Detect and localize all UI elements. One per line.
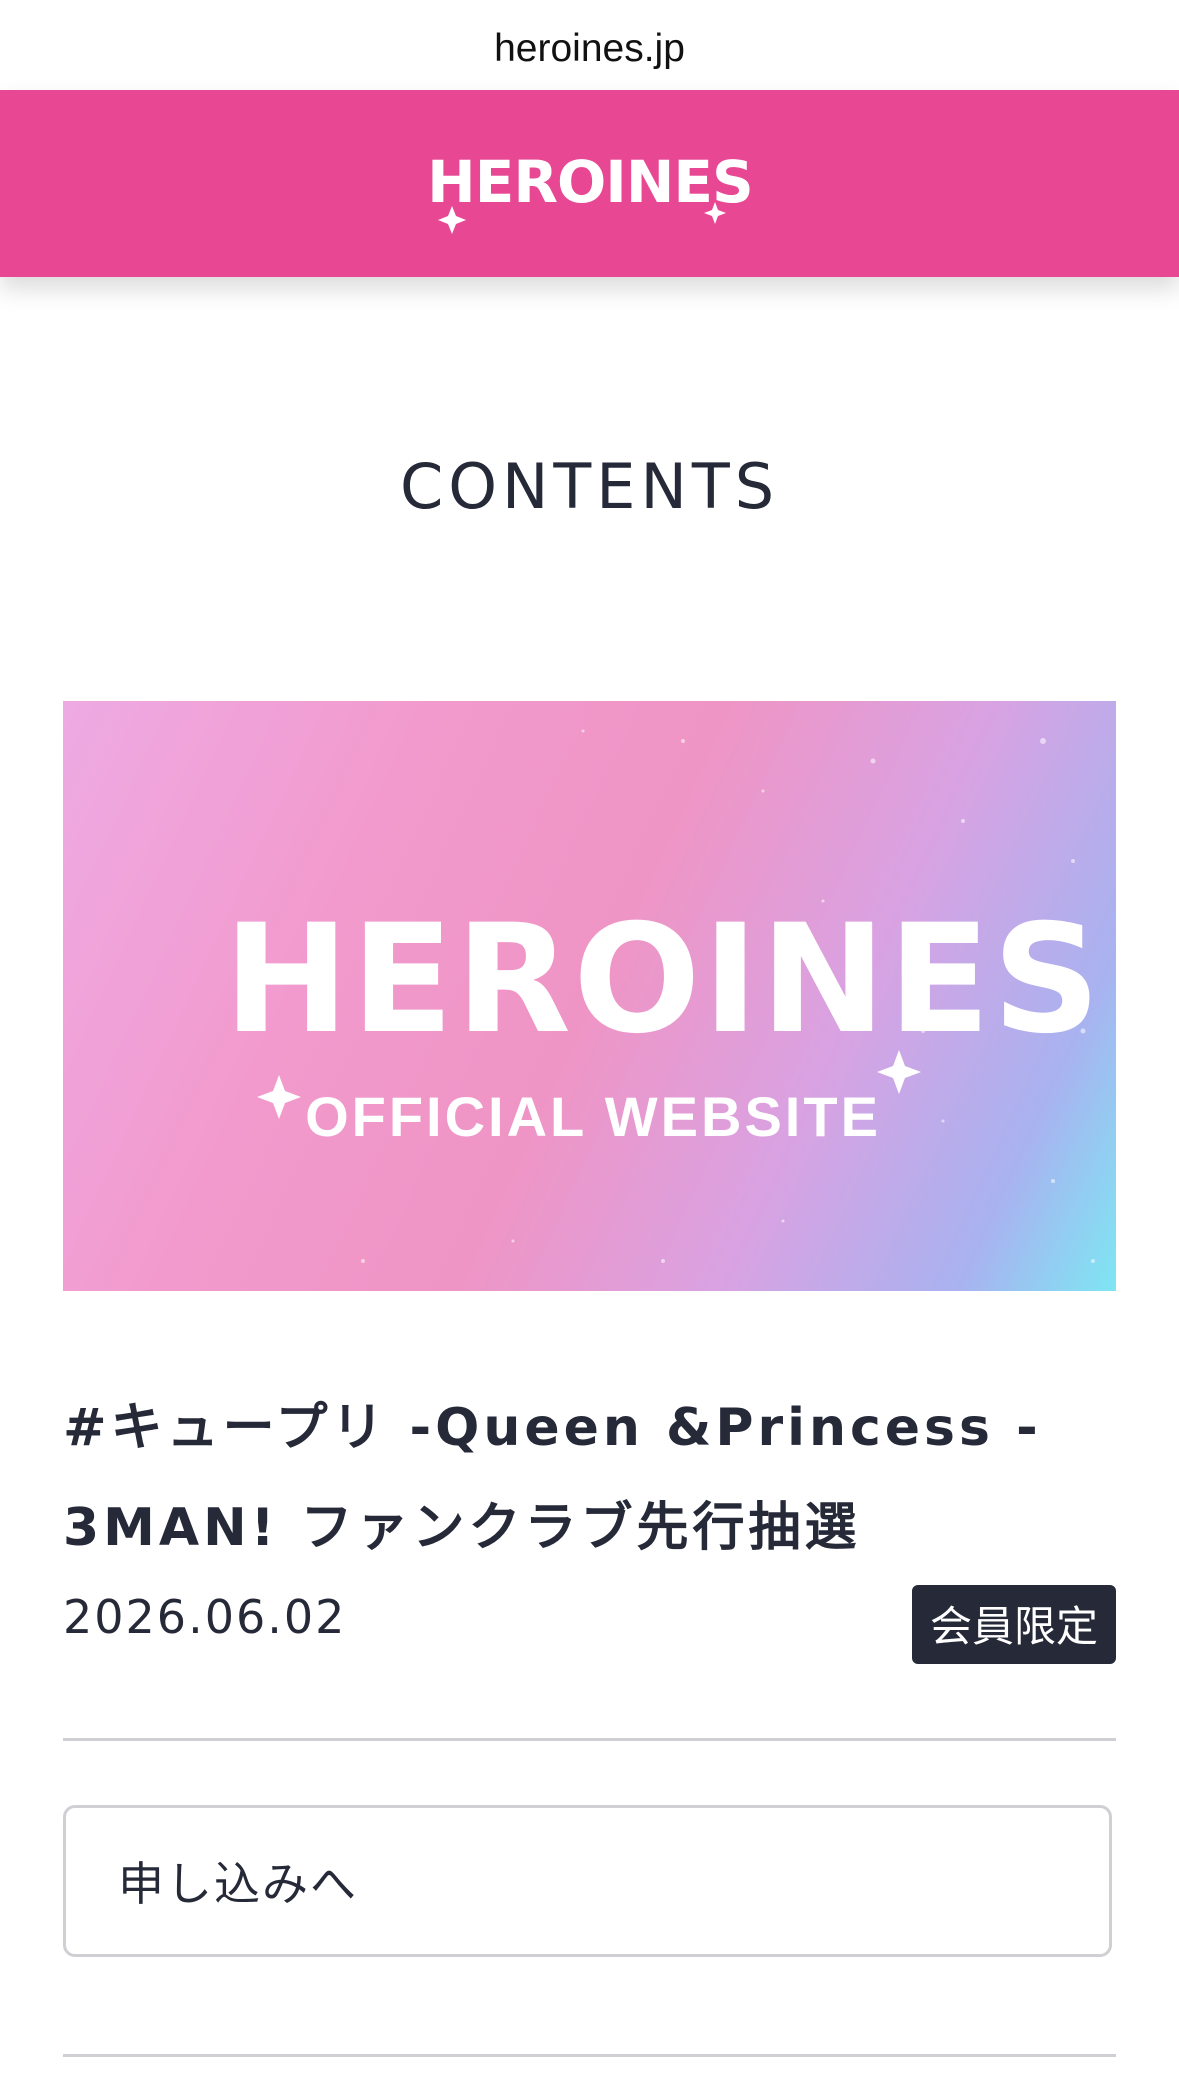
banner-logo-text: HEROINES	[224, 893, 1103, 1067]
divider	[63, 2054, 1116, 2057]
header-logo-text: HEROINES	[430, 148, 750, 216]
divider	[63, 1738, 1116, 1741]
article-title-line: 3MAN! ファンクラブ先行抽選	[63, 1498, 861, 1558]
page-title: CONTENTS	[399, 450, 780, 523]
browser-url-bar[interactable]: heroines.jp	[0, 0, 1179, 90]
banner-graphic: HEROINES OFFICIAL WEBSITE	[224, 729, 1103, 1263]
members-only-badge: 会員限定	[911, 1585, 1116, 1664]
heroines-logo-icon: HEROINES	[430, 148, 750, 234]
article-title[interactable]: #キュープリ -Queen &Princess - 3MAN! ファンクラブ先行…	[63, 1378, 1116, 1578]
article-date: 2026.06.02	[63, 1590, 347, 1644]
url-text: heroines.jp	[494, 27, 685, 70]
banner-subtitle: OFFICIAL WEBSITE	[305, 1085, 881, 1148]
site-logo[interactable]: HEROINES	[430, 124, 750, 244]
article-banner-image[interactable]: HEROINES OFFICIAL WEBSITE	[63, 701, 1116, 1291]
apply-button-label: 申し込みへ	[118, 1857, 358, 1911]
site-header: HEROINES	[0, 90, 1179, 277]
sparkle-icon	[257, 1075, 301, 1119]
article-title-line: #キュープリ -Queen &Princess -	[63, 1398, 1042, 1458]
apply-button[interactable]: 申し込みへ	[63, 1805, 1112, 1957]
